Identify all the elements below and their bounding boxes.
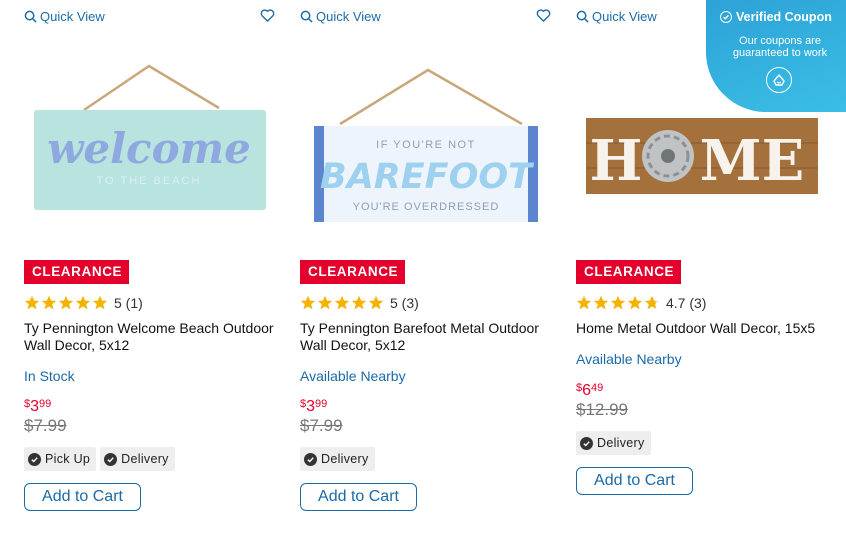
quick-view-link[interactable]: Quick View <box>576 9 657 24</box>
availability-status: Available Nearby <box>576 351 682 367</box>
chip-pick-up: Pick Up <box>24 447 97 471</box>
rating: 4.7 (3) <box>576 294 706 312</box>
add-to-cart-button[interactable]: Add to Cart <box>576 467 693 495</box>
add-to-cart-button[interactable]: Add to Cart <box>24 483 141 511</box>
coupon-logo-icon <box>766 67 792 93</box>
star-icon <box>576 295 592 310</box>
chip-delivery: Delivery <box>576 431 651 455</box>
chip-delivery: Delivery <box>300 447 375 471</box>
availability-status: Available Nearby <box>300 368 406 384</box>
star-icon <box>593 295 609 310</box>
check-icon <box>580 436 593 450</box>
chip-label: Delivery <box>121 452 169 466</box>
rating-text: 5 (3) <box>390 295 419 311</box>
image-text-me: ME <box>700 128 805 194</box>
coupon-subtitle: Our coupons are guaranteed to work <box>732 35 828 59</box>
price-cents: 99 <box>39 398 52 410</box>
sale-price: $399 <box>300 398 327 416</box>
star-icon <box>300 295 316 310</box>
clearance-badge: CLEARANCE <box>576 260 682 284</box>
star-icon <box>58 295 74 310</box>
heart-icon[interactable] <box>260 8 275 23</box>
chip-label: Delivery <box>597 436 645 450</box>
price-currency: $ <box>300 398 307 410</box>
price-cents: 99 <box>315 398 328 410</box>
original-price: $7.99 <box>24 416 67 435</box>
check-icon <box>28 452 41 466</box>
star-icon <box>368 295 384 310</box>
verified-coupon-widget[interactable]: Verified Coupon Our coupons are guarante… <box>706 0 846 112</box>
product-title[interactable]: Ty Pennington Barefoot Metal Outdoor Wal… <box>300 320 555 353</box>
star-icon <box>24 295 40 310</box>
price-cents: 49 <box>591 382 604 394</box>
chip-label: Delivery <box>321 452 369 466</box>
clearance-badge: CLEARANCE <box>300 260 406 284</box>
image-text-top: IF YOU'RE NOT <box>376 139 476 151</box>
rating-text: 5 (1) <box>114 295 143 311</box>
quick-view-label: Quick View <box>40 9 105 24</box>
star-icon <box>627 295 643 310</box>
search-icon <box>576 10 589 23</box>
image-text-sub: YOU'RE OVERDRESSED <box>353 201 500 213</box>
star-icon <box>610 295 626 310</box>
coupon-title: Verified Coupon <box>720 10 832 24</box>
product-title[interactable]: Ty Pennington Welcome Beach Outdoor Wall… <box>24 320 279 353</box>
image-text-main: BAREFOOT <box>320 157 535 197</box>
heart-icon[interactable] <box>536 8 551 23</box>
coupon-title-text: Verified Coupon <box>736 10 832 24</box>
star-icon <box>92 295 108 310</box>
star-rating-icons <box>576 295 660 311</box>
price-currency: $ <box>24 398 31 410</box>
fulfillment-chips: Pick Up Delivery <box>24 447 175 471</box>
search-icon <box>300 10 313 23</box>
rating-text: 4.7 (3) <box>666 295 707 311</box>
star-half-icon <box>644 295 660 310</box>
quick-view-link[interactable]: Quick View <box>24 9 105 24</box>
star-rating-icons <box>300 295 384 311</box>
sale-price: $649 <box>576 382 603 400</box>
image-text-sub: TO THE BEACH <box>97 175 202 187</box>
star-rating-icons <box>24 295 108 311</box>
star-icon <box>334 295 350 310</box>
check-icon <box>304 452 317 466</box>
check-icon <box>104 452 118 466</box>
fulfillment-chips: Delivery <box>576 431 651 455</box>
original-price: $7.99 <box>300 416 343 435</box>
quick-view-label: Quick View <box>592 9 657 24</box>
star-icon <box>351 295 367 310</box>
search-icon <box>24 10 37 23</box>
star-icon <box>41 295 57 310</box>
quick-view-label: Quick View <box>316 9 381 24</box>
check-circle-icon <box>720 11 732 23</box>
star-icon <box>317 295 333 310</box>
sale-price: $399 <box>24 398 51 416</box>
windmill-ornament <box>642 130 694 182</box>
image-text-h: H <box>590 128 643 194</box>
chip-label: Pick Up <box>45 452 91 466</box>
fulfillment-chips: Delivery <box>300 447 375 471</box>
price-dollars: 6 <box>582 382 592 399</box>
product-title[interactable]: Home Metal Outdoor Wall Decor, 15x5 <box>576 320 831 337</box>
availability-status: In Stock <box>24 368 75 384</box>
image-text-main: welcome <box>47 124 251 173</box>
star-icon <box>75 295 91 310</box>
product-image[interactable]: welcome TO THE BEACH <box>24 58 274 238</box>
quick-view-link[interactable]: Quick View <box>300 9 381 24</box>
original-price: $12.99 <box>576 400 628 419</box>
rating: 5 (1) <box>24 294 143 312</box>
chip-delivery: Delivery <box>100 447 175 471</box>
price-dollars: 3 <box>306 398 316 415</box>
product-image[interactable]: IF YOU'RE NOT BAREFOOT YOU'RE OVERDRESSE… <box>300 58 550 238</box>
rating: 5 (3) <box>300 294 419 312</box>
price-currency: $ <box>576 382 583 394</box>
clearance-badge: CLEARANCE <box>24 260 130 284</box>
price-dollars: 3 <box>30 398 40 415</box>
add-to-cart-button[interactable]: Add to Cart <box>300 483 417 511</box>
